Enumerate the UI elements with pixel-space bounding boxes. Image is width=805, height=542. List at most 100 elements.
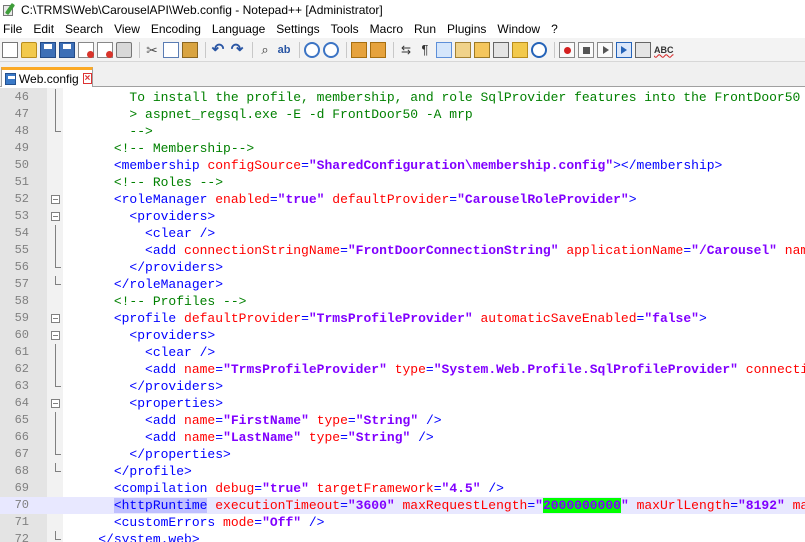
line-number: 65 — [14, 413, 29, 427]
close-all-icon[interactable] — [97, 41, 113, 58]
macro-record-icon[interactable] — [559, 41, 575, 58]
code-line[interactable]: 47 > aspnet_regsql.exe -E -d FrontDoor50… — [0, 106, 805, 123]
function-list-icon[interactable] — [493, 41, 509, 58]
code-line[interactable]: 63 </providers> — [0, 378, 805, 395]
code-line[interactable]: 57 </roleManager> — [0, 276, 805, 293]
menu-tools[interactable]: Tools — [331, 22, 359, 36]
fold-toggle-icon[interactable] — [48, 208, 62, 225]
folder-workspace-icon[interactable] — [512, 41, 528, 58]
line-number: 56 — [14, 260, 29, 274]
code-line[interactable]: 54 <clear /> — [0, 225, 805, 242]
fold-guide — [48, 174, 62, 191]
tab-web-config[interactable]: Web.config × — [1, 67, 93, 87]
macro-stop-icon[interactable] — [578, 41, 594, 58]
menu-search[interactable]: Search — [65, 22, 103, 36]
macro-play-icon[interactable] — [597, 41, 613, 58]
menu-view[interactable]: View — [114, 22, 140, 36]
code-line[interactable]: 56 </providers> — [0, 259, 805, 276]
code-token: connecti — [737, 362, 805, 377]
menu-plugins[interactable]: Plugins — [447, 22, 486, 36]
find-icon[interactable]: ⌕ — [257, 42, 273, 58]
code-line[interactable]: 72 </system.web> — [0, 531, 805, 542]
code-token: = — [340, 243, 348, 258]
code-line[interactable]: 70 <httpRuntime executionTimeout="3600" … — [0, 497, 805, 514]
fold-toggle-icon[interactable] — [48, 327, 62, 344]
document-map-icon[interactable] — [474, 41, 490, 58]
close-icon[interactable] — [78, 41, 94, 58]
fold-toggle-icon[interactable] — [48, 310, 62, 327]
line-number: 59 — [14, 311, 29, 325]
toolbar-separator — [346, 41, 347, 58]
code-token: "FrontDoorConnectionString" — [347, 243, 559, 258]
zoom-out-icon[interactable] — [323, 41, 339, 58]
menu-settings[interactable]: Settings — [276, 22, 319, 36]
menu-file[interactable]: File — [3, 22, 22, 36]
print-icon[interactable] — [116, 41, 132, 58]
macro-play-multiple-icon[interactable] — [616, 41, 632, 58]
code-line[interactable]: 69 <compilation debug="true" targetFrame… — [0, 480, 805, 497]
sync-horizontal-icon[interactable] — [370, 41, 386, 58]
code-token: targetFramework — [308, 481, 434, 496]
code-line[interactable]: 58 <!-- Profiles --> — [0, 293, 805, 310]
code-line[interactable]: 68 </profile> — [0, 463, 805, 480]
code-line[interactable]: 53 <providers> — [0, 208, 805, 225]
code-line[interactable]: 64 <properties> — [0, 395, 805, 412]
code-token: <add — [145, 243, 185, 258]
code-line[interactable]: 65 <add name="FirstName" type="String" /… — [0, 412, 805, 429]
user-language-icon[interactable] — [455, 41, 471, 58]
macro-save-icon[interactable] — [635, 41, 651, 58]
menu-help[interactable]: ? — [551, 22, 558, 36]
spell-check-icon[interactable]: ABC — [654, 42, 674, 58]
menu-language[interactable]: Language — [212, 22, 265, 36]
code-line[interactable]: 51 <!-- Roles --> — [0, 174, 805, 191]
indent-guide-icon[interactable] — [436, 41, 452, 58]
menu-window[interactable]: Window — [497, 22, 540, 36]
code-line[interactable]: 55 <add connectionStringName="FrontDoorC… — [0, 242, 805, 259]
copy-icon[interactable] — [163, 41, 179, 58]
menu-macro[interactable]: Macro — [370, 22, 403, 36]
replace-icon[interactable]: ab — [276, 42, 292, 58]
line-code: To install the profile, membership, and … — [67, 89, 805, 106]
new-file-icon[interactable] — [2, 41, 18, 58]
tab-close-icon[interactable]: × — [82, 73, 92, 84]
show-all-chars-icon[interactable]: ¶ — [417, 42, 433, 58]
code-line[interactable]: 59 <profile defaultProvider="TrmsProfile… — [0, 310, 805, 327]
tab-label: Web.config — [18, 71, 79, 86]
fold-toggle-icon[interactable] — [48, 191, 62, 208]
code-token: <roleManager — [113, 192, 216, 207]
code-line[interactable]: 67 </properties> — [0, 446, 805, 463]
menu-edit[interactable]: Edit — [33, 22, 54, 36]
fold-toggle-icon[interactable] — [48, 395, 62, 412]
code-line[interactable]: 61 <clear /> — [0, 344, 805, 361]
menu-run[interactable]: Run — [414, 22, 436, 36]
cut-icon[interactable]: ✂ — [144, 42, 160, 58]
line-number: 66 — [14, 430, 29, 444]
editor[interactable]: 46 To install the profile, membership, a… — [0, 88, 805, 542]
code-line[interactable]: 48 --> — [0, 123, 805, 140]
code-line[interactable]: 52 <roleManager enabled="true" defaultPr… — [0, 191, 805, 208]
code-line[interactable]: 49 <!-- Membership--> — [0, 140, 805, 157]
undo-icon[interactable]: ↶ — [210, 41, 226, 58]
code-line[interactable]: 50 <membership configSource="SharedConfi… — [0, 157, 805, 174]
redo-icon[interactable]: ↷ — [229, 41, 245, 58]
save-icon[interactable] — [40, 41, 56, 58]
code-token: "4.5" — [441, 481, 481, 496]
code-line[interactable]: 71 <customErrors mode="Off" /> — [0, 514, 805, 531]
code-line[interactable]: 60 <providers> — [0, 327, 805, 344]
menu-encoding[interactable]: Encoding — [151, 22, 201, 36]
code-line[interactable]: 46 To install the profile, membership, a… — [0, 89, 805, 106]
line-number: 49 — [14, 141, 29, 155]
code-token: = — [340, 498, 348, 513]
code-line[interactable]: 62 <add name="TrmsProfileProvider" type=… — [0, 361, 805, 378]
word-wrap-icon[interactable]: ⇆ — [398, 42, 414, 58]
sync-vertical-icon[interactable] — [351, 41, 367, 58]
paste-icon[interactable] — [182, 41, 198, 58]
save-all-icon[interactable] — [59, 41, 75, 58]
fold-guide — [48, 412, 62, 429]
open-file-icon[interactable] — [21, 41, 37, 58]
zoom-in-icon[interactable] — [304, 41, 320, 58]
code-line[interactable]: 66 <add name="LastName" type="String" /> — [0, 429, 805, 446]
monitoring-icon[interactable] — [531, 41, 547, 58]
code-token: = — [433, 481, 442, 496]
